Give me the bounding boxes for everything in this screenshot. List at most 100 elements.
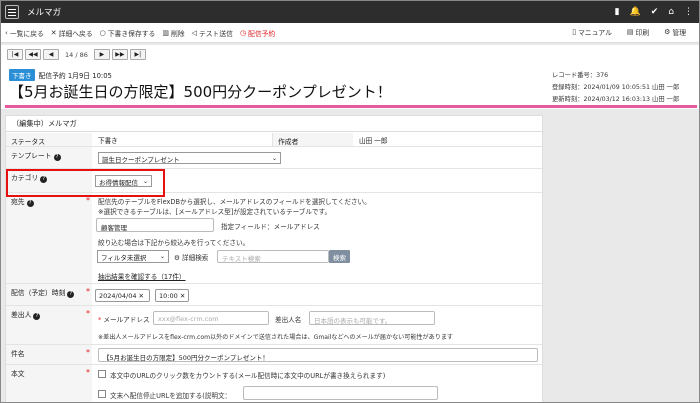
subject-row: 件名 * 【5月お誕生日の方限定】500円分クーポンプレゼント！ [6,345,542,365]
destination-field: 指定フィールド：メールアドレス [221,223,320,231]
created-time: 登録時刻：2024/01/09 10:05:51 山田 一郎 [552,84,680,91]
body-label: 本文 [6,365,92,402]
destination-label: 宛先? [6,193,92,283]
send-date-input[interactable]: 2024/04/04 ✕ [95,289,150,302]
menu-icon[interactable] [5,5,19,19]
required-mark: * [86,196,90,205]
status-label: ステータス [6,133,92,146]
last-page-button[interactable]: ▶| [129,49,146,60]
more-icon[interactable]: ⋮ [684,6,693,18]
help-icon[interactable]: ? [26,200,34,207]
help-icon[interactable]: ? [33,313,41,320]
back-to-list-button[interactable]: ‹ 一覧に戻る [5,28,44,38]
template-row: テンプレート? 誕生日クーポンプレゼント ⌄ [6,147,542,169]
close-icon[interactable]: ✕ [139,292,144,300]
url-count-label: 本文中のURLのクリック数をカウントする(メール配信時に本文中のURLが書き換え… [110,372,386,380]
destination-note-2: ※選択できるテーブルは、[メールアドレス型]が設定されているテーブルです。 [98,208,332,216]
admin-button[interactable]: ⚙ 管理 [664,27,686,37]
author-label: 作成者 [273,133,353,146]
filter-select[interactable]: フィルタ未選択 ⌄ [97,250,169,263]
clock-icon: ◷ [239,28,247,37]
chevron-down-icon: ⌄ [271,155,277,162]
save-draft-button[interactable]: ○ 下書き保存する [100,28,156,38]
book-icon: ▯ [572,28,577,36]
help-icon[interactable]: ? [53,154,61,161]
form-heading: （編集中）メルマガ [6,116,542,132]
close-icon[interactable]: ✕ [180,292,185,300]
sender-name-input[interactable]: 日本語の表示も可能です。 [309,311,435,325]
scheduled-time: 配信予約 1月9日 10:05 [38,72,112,80]
category-highlight [6,169,165,197]
send-time-input[interactable]: 10:00 ✕ [155,289,189,302]
first-page-button[interactable]: |◀ [7,49,23,60]
test-send-button[interactable]: ◁ テスト送信 [192,28,233,38]
top-bar: メルマガ ▮ 🔔 ✔ ⌂ ⋮ [1,1,699,23]
subject-input[interactable]: 【5月お誕生日の方限定】500円分クーポンプレゼント！ [98,348,538,362]
chevron-down-icon: ⌄ [159,253,165,260]
search-button[interactable]: 検索 [329,250,350,263]
prev-button[interactable]: ◀ [43,49,59,60]
text-search-input[interactable]: テキスト検索 [217,250,329,263]
print-button[interactable]: ▤ 印刷 [627,27,649,37]
pager: |◀ ◀◀ ◀ 14 / 86 ▶ ▶▶ ▶| [7,49,146,60]
app-title: メルマガ [27,8,62,18]
author-value: 山田 一郎 [359,137,388,145]
record-number: レコード番号：376 [552,72,609,79]
record-meta: レコード番号：376 登録時刻：2024/01/09 10:05:51 山田 一… [552,70,679,106]
filter-note: 絞り込む場合は下記から絞込みを行ってください。 [98,239,250,247]
required-mark: * [86,287,90,296]
pager-info: 14 / 86 [65,50,88,59]
sender-note: ※差出人メールアドレスをflex-crm.com以外のドメインで送信された場合は… [98,334,454,341]
template-label: テンプレート? [6,147,92,168]
required-mark: * [86,309,90,318]
template-select[interactable]: 誕生日クーポンプレゼント ⌄ [98,152,281,164]
check-icon[interactable]: ✔ [651,6,659,18]
action-bar: ‹ 一覧に戻る ✕ 詳細へ戻る ○ 下書き保存する ▥ 削除 ◁ テスト送信 ◷ 配信予約 … [1,23,699,43]
circle-icon: ○ [99,28,106,37]
sender-email-label: * メールアドレス [98,316,150,324]
chevron-left-icon: ‹ [5,28,8,37]
status-badge: 下書き [9,69,35,81]
unsubscribe-url-label: 文末へ配信停止URLを追加する(説明文： [110,392,232,400]
title-underline [5,105,697,108]
page-title: 【5月お誕生日の方限定】500円分クーポンプレゼント！ [9,83,392,101]
sender-name-label: 差出人名 [275,316,302,324]
detail-search-link[interactable]: ⚙ 詳細検索 [174,252,208,262]
required-mark: * [86,348,90,357]
send-time-row: 配信（予定）時刻? * 2024/04/04 ✕ 10:00 ✕ [6,284,542,306]
extract-result-link[interactable]: 抽出結果を確認する（17件） [98,271,186,281]
subject-label: 件名 [6,345,92,364]
bell-icon[interactable]: 🔔 [630,6,641,18]
send-time-label: 配信（予定）時刻? [6,284,92,305]
unsubscribe-url-checkbox[interactable] [98,390,106,398]
gear-icon: ⚙ [664,28,671,36]
next-fast-button[interactable]: ▶▶ [111,49,128,60]
app-window: メルマガ ▮ 🔔 ✔ ⌂ ⋮ ‹ 一覧に戻る ✕ 詳細へ戻る ○ 下書き保存する ▥ 削… [0,0,700,403]
destination-note-1: 配信先のテーブルをFlexDBから選択し、メールアドレスのフィールドを選択してく… [98,198,371,206]
sender-row: 差出人? * * メールアドレス xxx@flex-crm.com 差出人名 日… [6,306,542,345]
record-header: |◀ ◀◀ ◀ 14 / 86 ▶ ▶▶ ▶| 下書き 配信予約 1月9日 10… [1,45,699,109]
destination-row: 宛先? * 配信先のテーブルをFlexDBから選択し、メールアドレスのフィールド… [6,193,542,284]
bookmark-icon[interactable]: ▮ [615,6,620,18]
url-count-checkbox[interactable] [98,370,106,378]
body-row: 本文 * 本文中のURLのクリック数をカウントする(メール配信時に本文中のURL… [6,365,542,402]
trash-icon: ▥ [162,28,169,37]
manual-button[interactable]: ▯ マニュアル [572,27,612,37]
required-mark: * [86,368,90,377]
sender-label: 差出人? [6,306,92,344]
delete-button[interactable]: ▥ 削除 [162,28,184,38]
back-to-detail-button[interactable]: ✕ 詳細へ戻る [51,28,93,38]
send-icon: ◁ [191,28,197,37]
prev-fast-button[interactable]: ◀◀ [25,49,41,60]
schedule-button[interactable]: ◷ 配信予約 [240,28,275,38]
unsubscribe-description-input[interactable] [243,386,438,400]
home-icon[interactable]: ⌂ [668,6,674,18]
destination-table-input[interactable]: 顧客管理 [96,218,214,232]
status-row: ステータス 下書き 作成者 山田 一郎 [6,133,542,147]
gear-icon: ⚙ [174,254,180,262]
next-button[interactable]: ▶ [93,49,110,60]
status-value: 下書き [98,137,118,145]
sender-email-input[interactable]: xxx@flex-crm.com [153,311,269,325]
help-icon[interactable]: ? [67,291,75,298]
edit-form: （編集中）メルマガ ステータス 下書き 作成者 山田 一郎 テンプレート? 誕生… [5,115,543,402]
